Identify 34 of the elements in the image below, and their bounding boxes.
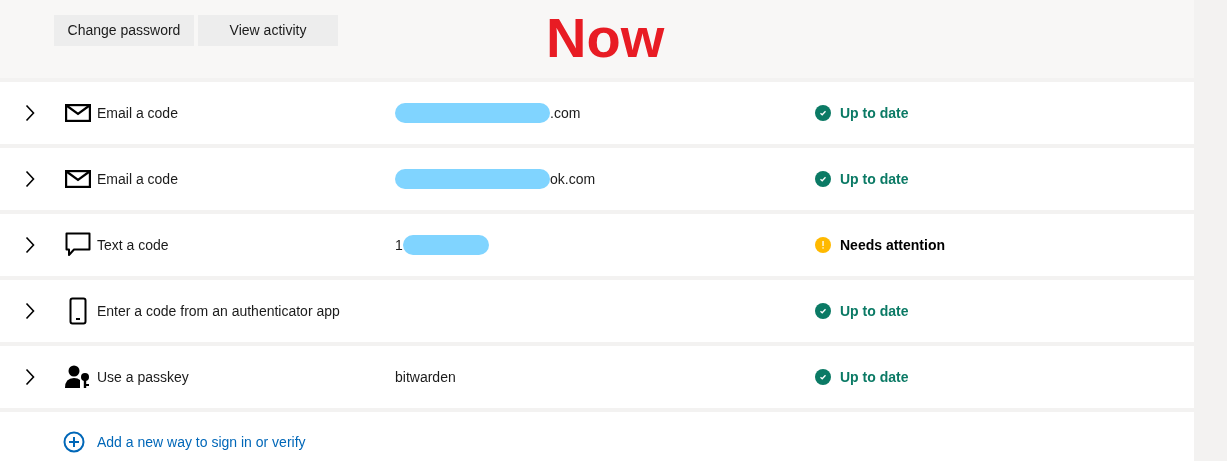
status-text: Up to date — [840, 367, 909, 387]
annotation-text: Now — [546, 10, 665, 66]
speech-bubble-icon — [65, 232, 91, 258]
method-label: Email a code — [97, 103, 179, 123]
method-label: Email a code — [97, 169, 179, 189]
action-button[interactable]: View activity — [198, 15, 338, 46]
chevron-icon — [25, 104, 35, 122]
envelope-icon — [65, 170, 91, 188]
status-text: Up to date — [840, 301, 909, 321]
status-text: Up to date — [840, 169, 909, 189]
chevron-icon — [25, 368, 35, 386]
method-detail: .com — [550, 103, 581, 123]
method-detail: ok.com — [550, 169, 596, 189]
method-row[interactable]: Use a passkey bitwarden Up to date — [0, 346, 1194, 408]
plus-circle-icon — [63, 431, 85, 453]
method-row[interactable]: Text a code 1 Needs attention — [0, 214, 1194, 276]
action-button[interactable]: Change password — [54, 15, 194, 46]
method-detail: bitwarden — [395, 367, 456, 387]
phone-icon — [69, 297, 87, 325]
method-detail: 1 — [395, 235, 403, 255]
method-label: Enter a code from an authenticator app — [97, 301, 341, 321]
method-row[interactable]: Enter a code from an authenticator app Up to date — [0, 280, 1194, 342]
chevron-icon — [25, 170, 35, 188]
envelope-icon — [65, 104, 91, 122]
status-text: Needs attention — [840, 235, 945, 255]
status-text: Up to date — [840, 103, 909, 123]
method-label: Text a code — [97, 235, 170, 255]
method-row[interactable]: Email a code ok.com Up to date — [0, 148, 1194, 210]
method-label: Use a passkey — [97, 367, 190, 387]
chevron-icon — [25, 236, 35, 254]
chevron-icon — [25, 302, 35, 320]
method-row[interactable]: Email a code .com Up to date — [0, 82, 1194, 144]
add-method-link[interactable]: Add a new way to sign in or verify — [63, 431, 306, 453]
person-key-icon — [65, 365, 91, 389]
